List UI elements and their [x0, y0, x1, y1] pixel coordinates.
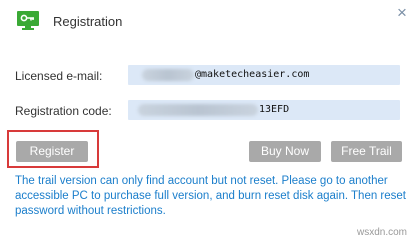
trial-notice: The trail version can only find account … [15, 175, 406, 217]
monitor-key-icon [17, 11, 39, 30]
watermark: wsxdn.com [356, 227, 407, 238]
redacted-email-part [142, 69, 194, 81]
window-title: Registration [53, 14, 123, 29]
registration-dialog: Registration × Licensed e-mail: @maketec… [0, 0, 417, 240]
email-value: @maketecheasier.com [195, 69, 310, 80]
free-trail-button[interactable]: Free Trail [331, 141, 402, 162]
code-label: Registration code: [15, 104, 112, 118]
registration-code-field[interactable]: 13EFD [128, 100, 400, 120]
close-button[interactable]: × [393, 4, 411, 22]
code-value: 13EFD [259, 104, 290, 115]
email-label: Licensed e-mail: [15, 69, 103, 83]
redacted-code-part [138, 104, 258, 116]
email-field[interactable]: @maketecheasier.com [128, 65, 400, 85]
buy-now-button[interactable]: Buy Now [249, 141, 321, 162]
register-highlight-box [7, 130, 99, 168]
title-bar: Registration × [0, 0, 417, 44]
